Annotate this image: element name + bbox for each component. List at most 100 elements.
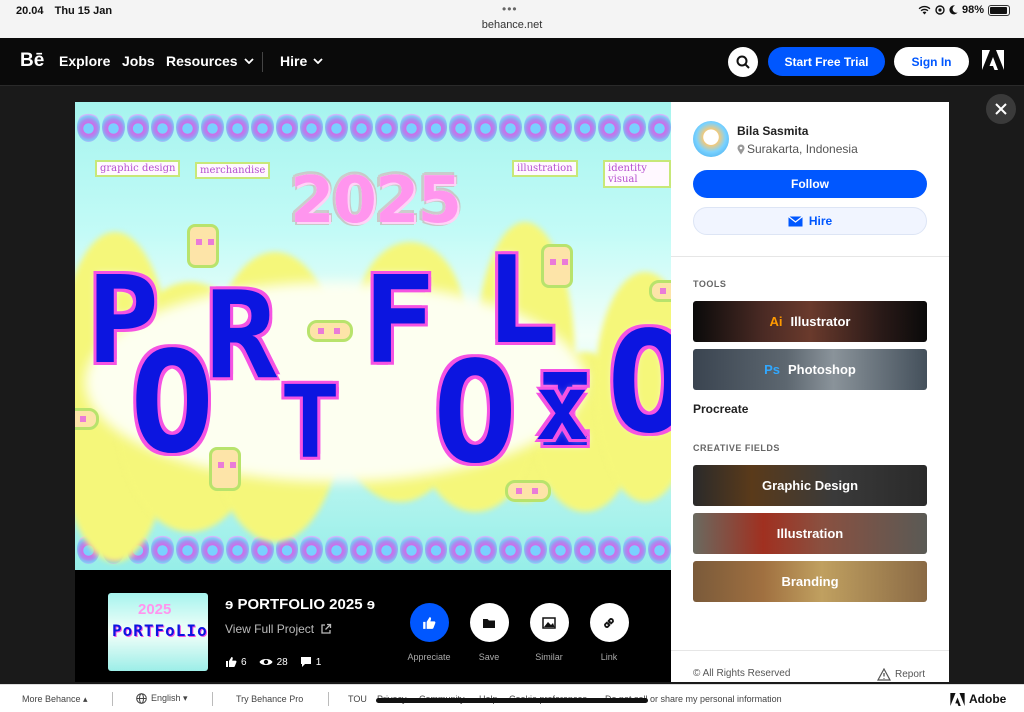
field-label-illustration: Illustration bbox=[776, 526, 844, 541]
more-behance-menu[interactable]: More Behance ▴ bbox=[22, 694, 88, 705]
art-letter: O bbox=[607, 302, 671, 465]
warning-icon bbox=[877, 668, 891, 681]
report-label: Report bbox=[895, 669, 926, 680]
close-button[interactable] bbox=[986, 94, 1016, 124]
art-year: 2025 bbox=[289, 164, 462, 238]
status-indicators: 98% bbox=[918, 4, 1010, 16]
eye-icon bbox=[259, 659, 273, 665]
language-select[interactable]: English ▾ bbox=[136, 693, 188, 704]
nav-explore[interactable]: Explore bbox=[59, 53, 110, 69]
nav-hire[interactable]: Hire bbox=[280, 53, 323, 69]
art-letter: R bbox=[205, 267, 278, 406]
status-time-date: 20.04 Thu 15 Jan bbox=[16, 5, 120, 17]
rights-notice: © All Rights Reserved bbox=[693, 668, 791, 679]
tool-tile-illustrator[interactable]: Ai Illustrator bbox=[693, 301, 927, 342]
orb-border-top bbox=[75, 112, 671, 146]
view-full-project-label: View Full Project bbox=[225, 622, 315, 636]
tool-tile-photoshop[interactable]: Ps Photoshop bbox=[693, 349, 927, 390]
try-behance-pro-link[interactable]: Try Behance Pro bbox=[236, 694, 303, 704]
pill-sticker bbox=[307, 320, 353, 342]
art-letter: x bbox=[535, 356, 590, 461]
status-bar: 20.04 Thu 15 Jan ••• behance.net 98% bbox=[0, 0, 1024, 38]
footer-adobe-label: Adobe bbox=[969, 692, 1007, 706]
close-icon bbox=[995, 103, 1007, 115]
view-full-project-link[interactable]: View Full Project bbox=[225, 622, 332, 636]
hire-button[interactable]: Hire bbox=[693, 207, 927, 235]
comments-stat: 1 bbox=[300, 656, 322, 668]
views-stat: 28 bbox=[259, 657, 288, 668]
footer-divider bbox=[112, 692, 113, 706]
project-footer: 2025 PoRTFoLIo ɘ PORTFOLIO 2025 ɘ View F… bbox=[75, 570, 671, 682]
art-letter: O bbox=[130, 322, 215, 485]
similar-button[interactable]: Similar bbox=[520, 603, 578, 662]
nav-divider bbox=[262, 52, 263, 72]
search-button[interactable] bbox=[728, 47, 758, 77]
art-letter: F bbox=[363, 252, 436, 391]
footer-link-tou[interactable]: TOU bbox=[348, 694, 367, 704]
moon-icon bbox=[949, 5, 958, 15]
footer-adobe[interactable]: Adobe bbox=[950, 692, 1006, 706]
status-time: 20.04 bbox=[16, 5, 44, 17]
owner-location: Surakarta, Indonesia bbox=[737, 142, 858, 156]
avatar[interactable] bbox=[693, 121, 729, 157]
art-letter: T bbox=[280, 364, 341, 481]
project-thumbnail[interactable]: 2025 PoRTFoLIo bbox=[108, 593, 208, 671]
field-tile-branding[interactable]: Branding bbox=[693, 561, 927, 602]
appreciate-circle[interactable] bbox=[409, 603, 449, 642]
location-icon bbox=[935, 5, 945, 15]
battery-icon bbox=[988, 4, 1010, 16]
similar-circle[interactable] bbox=[529, 603, 569, 642]
similar-label: Similar bbox=[535, 652, 563, 662]
appreciations-count: 6 bbox=[241, 656, 247, 668]
project-stats: 6 28 1 bbox=[225, 656, 321, 668]
nav-resources-label: Resources bbox=[166, 53, 238, 69]
link-label: Link bbox=[600, 652, 618, 662]
footer-divider bbox=[328, 692, 329, 706]
multitask-dots-icon[interactable]: ••• bbox=[502, 2, 518, 16]
top-nav: Bē Explore Jobs Resources Hire Start Fre… bbox=[0, 38, 1024, 86]
art-letter: L bbox=[485, 232, 558, 371]
project-image[interactable]: graphic design merchandise illustration … bbox=[75, 102, 671, 570]
url-label[interactable]: behance.net bbox=[0, 19, 1024, 31]
behance-logo[interactable]: Bē bbox=[20, 50, 44, 72]
search-icon bbox=[736, 55, 750, 69]
home-indicator[interactable] bbox=[376, 698, 648, 703]
field-label-graphic-design: Graphic Design bbox=[761, 478, 859, 493]
robot-sticker bbox=[187, 224, 219, 268]
field-label-branding: Branding bbox=[781, 574, 839, 589]
field-tile-illustration[interactable]: Illustration bbox=[693, 513, 927, 554]
tool-label-illustrator: Illustrator bbox=[790, 314, 851, 329]
art-tag-merchandise: merchandise bbox=[195, 162, 271, 179]
hire-label: Hire bbox=[808, 214, 833, 228]
owner-location-label: Surakarta, Indonesia bbox=[747, 142, 858, 156]
orb-border-bottom bbox=[75, 534, 671, 568]
appreciate-button[interactable]: Appreciate bbox=[400, 603, 458, 662]
sign-in-button[interactable]: Sign In bbox=[894, 47, 969, 76]
divider bbox=[671, 256, 949, 257]
save-button[interactable]: Save bbox=[460, 603, 518, 662]
nav-resources[interactable]: Resources bbox=[166, 53, 254, 69]
pill-sticker bbox=[75, 408, 99, 430]
battery-percent: 98% bbox=[961, 4, 984, 16]
field-tile-graphic-design[interactable]: Graphic Design bbox=[693, 465, 927, 506]
save-circle[interactable] bbox=[469, 603, 509, 642]
appreciate-label: Appreciate bbox=[407, 652, 451, 662]
adobe-logo-icon[interactable] bbox=[982, 50, 1004, 70]
owner-name[interactable]: Bila Sasmita bbox=[737, 124, 808, 138]
comment-icon bbox=[300, 657, 311, 667]
thumbnail-artwork: PoRTFoLIo bbox=[112, 621, 208, 640]
follow-button[interactable]: Follow bbox=[693, 170, 927, 198]
nav-jobs[interactable]: Jobs bbox=[122, 53, 155, 69]
link-circle[interactable] bbox=[589, 603, 629, 642]
status-date: Thu 15 Jan bbox=[54, 5, 113, 17]
pill-sticker bbox=[649, 280, 671, 302]
creative-fields-heading: CREATIVE FIELDS bbox=[693, 443, 780, 453]
image-icon bbox=[542, 616, 556, 629]
report-link[interactable]: Report bbox=[877, 668, 925, 681]
appreciations-stat: 6 bbox=[225, 656, 247, 668]
start-free-trial-button[interactable]: Start Free Trial bbox=[768, 47, 885, 76]
tool-procreate[interactable]: Procreate bbox=[693, 402, 748, 416]
save-label: Save bbox=[478, 652, 500, 662]
comments-count: 1 bbox=[315, 656, 322, 668]
link-button[interactable]: Link bbox=[580, 603, 638, 662]
